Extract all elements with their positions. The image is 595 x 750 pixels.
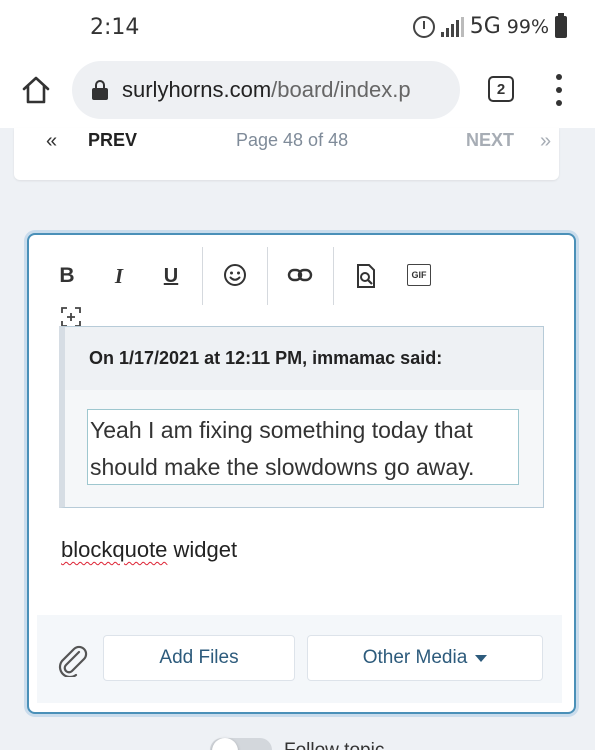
prev-button[interactable]: PREV [88,130,137,151]
next-arrow-icon: » [540,130,552,152]
next-button: NEXT [466,130,515,150]
status-time: 2:14 [90,15,140,40]
caret-down-icon [475,654,488,662]
prev-arrow-icon[interactable]: « [46,130,57,153]
emoji-icon[interactable] [223,263,247,287]
preview-icon[interactable] [355,263,377,289]
address-bar[interactable]: surlyhorns.com/board/index.p [72,61,460,119]
misspelled-word[interactable]: blockquote [61,537,167,562]
quote-attribution: On 1/17/2021 at 12:11 PM, immamac said: [65,327,543,390]
other-media-button[interactable]: Other Media [307,635,543,681]
battery-percent: 99% [506,15,549,38]
editor-text[interactable]: blockquote widget [61,537,237,563]
status-indicators: 5G 99% [412,12,567,39]
underline-button[interactable]: U [159,261,183,291]
blockquote[interactable]: On 1/17/2021 at 12:11 PM, immamac said: … [59,326,544,508]
toolbar-divider [333,247,334,305]
attachment-bar: Add Files Other Media [37,615,562,703]
italic-button[interactable]: I [107,261,131,291]
battery-icon [555,12,567,38]
quote-line: Yeah I am fixing something today that [90,417,473,443]
quote-line: should make the slowdowns go away. [90,454,475,480]
home-icon[interactable] [20,74,52,106]
paperclip-icon[interactable] [57,643,89,677]
menu-icon[interactable] [552,74,566,106]
bold-button[interactable]: B [55,261,79,291]
editor-word: widget [167,537,238,562]
follow-toggle[interactable] [210,738,272,750]
status-bar: 2:14 5G 99% [0,0,595,56]
toolbar-divider [202,247,203,305]
tabs-icon[interactable]: 2 [488,76,514,102]
other-media-label: Other Media [362,647,468,668]
page-indicator[interactable]: Page 48 of 48 [236,130,348,151]
alarm-icon [412,15,435,38]
browser-toolbar: surlyhorns.com/board/index.p 2 [0,56,595,128]
add-files-button[interactable]: Add Files [103,635,295,681]
network-type: 5G [469,14,501,39]
url-text: surlyhorns.com/board/index.p [122,77,411,102]
gif-icon[interactable]: GIF [407,264,431,286]
toolbar-divider [267,247,268,305]
quote-content[interactable]: Yeah I am fixing something today that sh… [87,409,519,485]
lock-icon [92,80,108,100]
signal-icon [440,16,464,37]
link-icon[interactable] [287,264,313,286]
pagination: « PREV Page 48 of 48 NEXT » [14,128,559,180]
reply-editor[interactable]: B I U GIF On 1/17/2021 at 12:11 PM, imma… [27,233,576,714]
follow-label: Follow topic [284,740,384,750]
